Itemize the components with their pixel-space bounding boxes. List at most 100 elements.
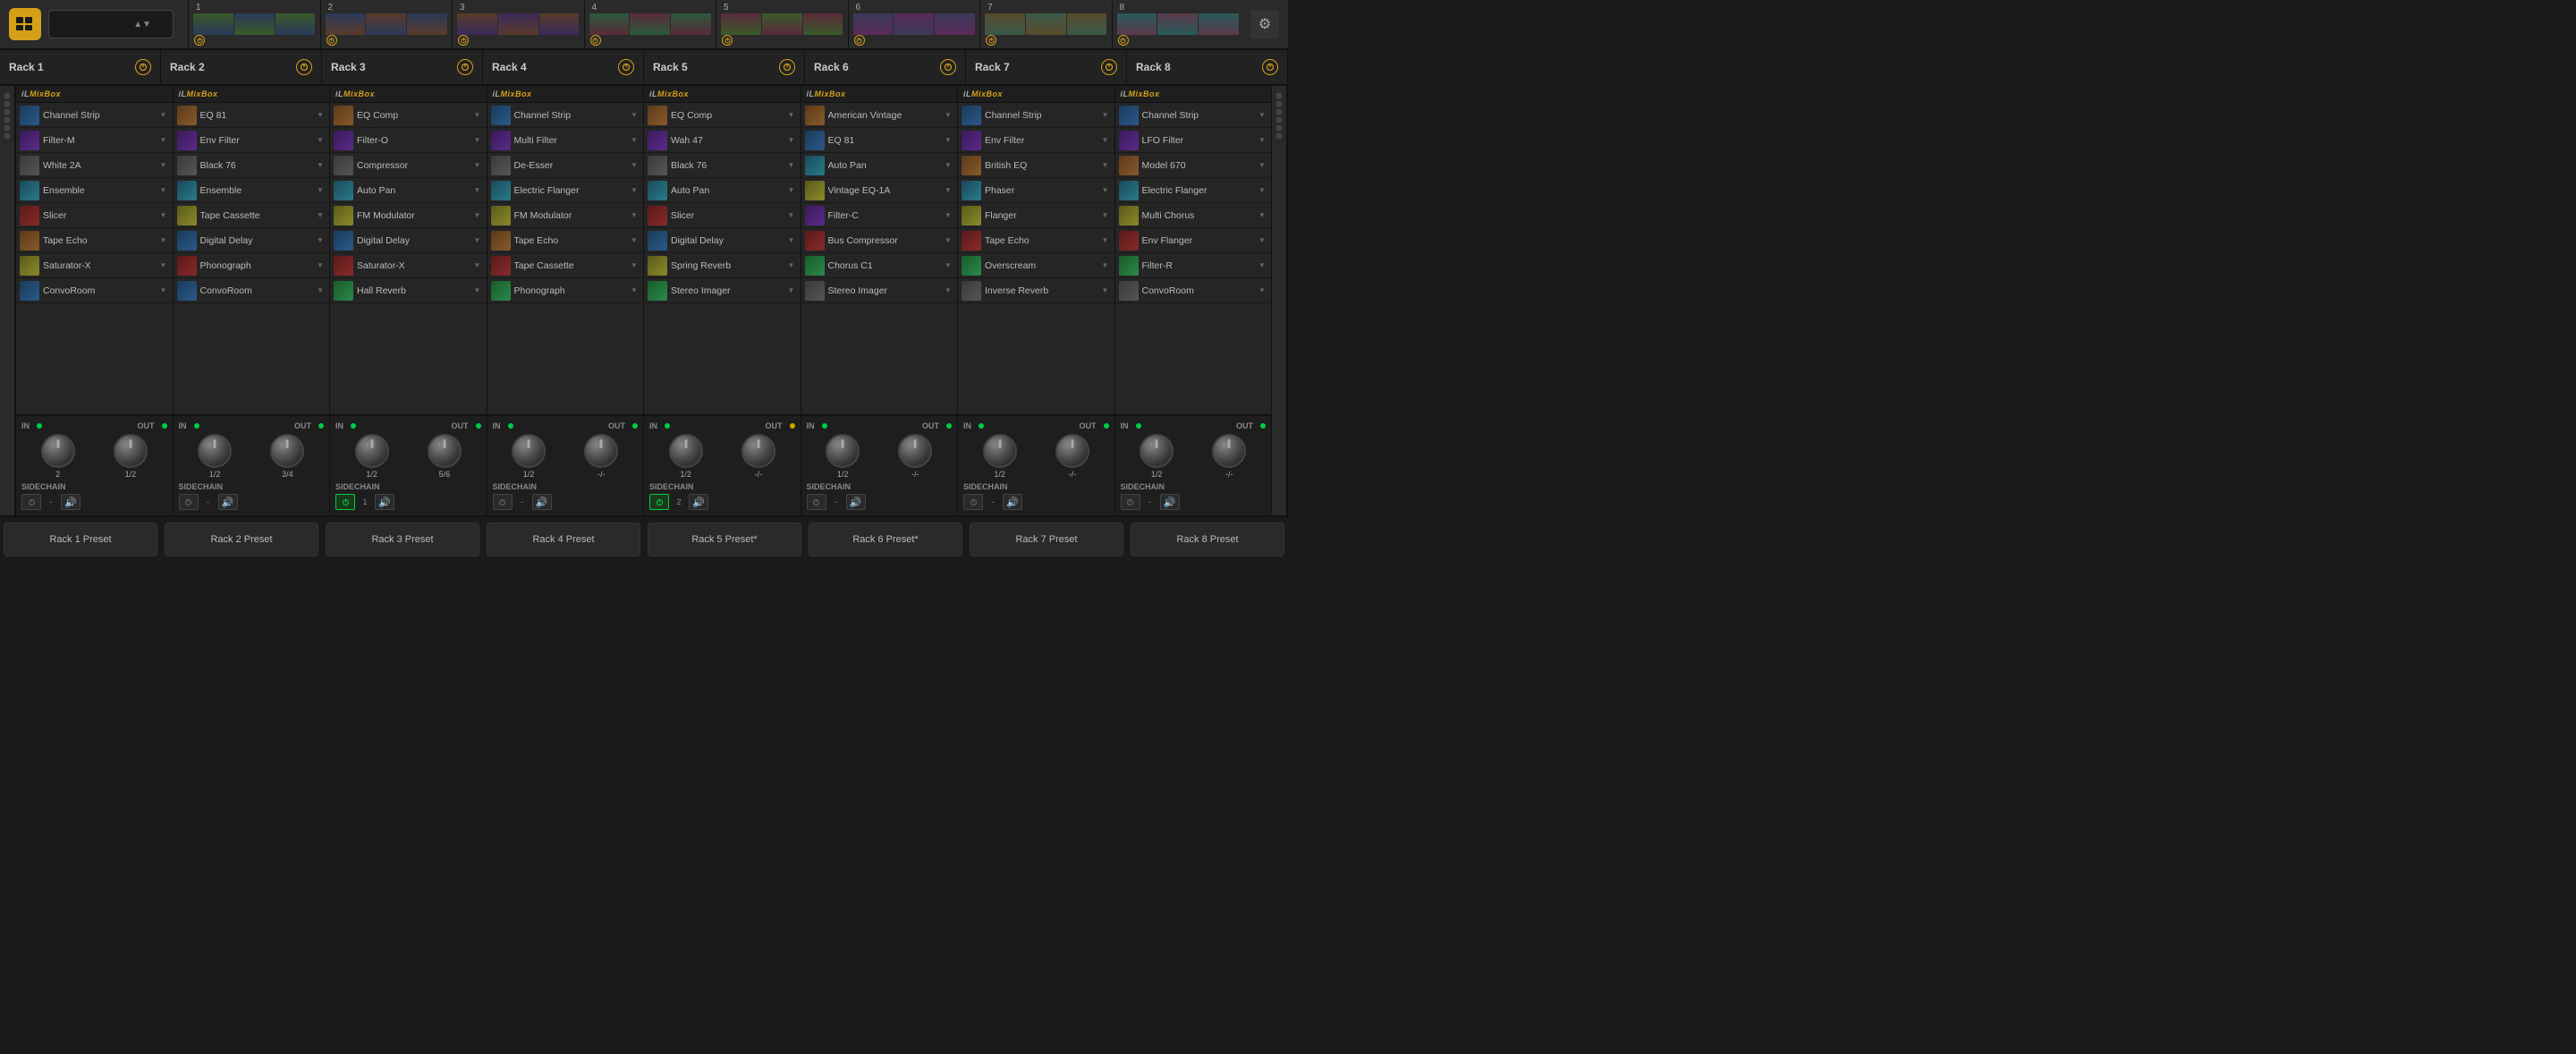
plugin-row[interactable]: British EQ ▼ xyxy=(958,153,1114,178)
preset-button-1[interactable]: Rack 1 Preset xyxy=(4,523,157,557)
rack-tab-power-4[interactable] xyxy=(590,35,601,46)
plugin-row[interactable]: Stereo Imager ▼ xyxy=(644,278,801,303)
plugin-dropdown-icon[interactable]: ▼ xyxy=(158,260,169,271)
out-knob[interactable] xyxy=(428,434,462,468)
plugin-row[interactable]: Filter-M ▼ xyxy=(16,128,173,153)
out-knob[interactable] xyxy=(1212,434,1246,468)
out-knob[interactable] xyxy=(741,434,775,468)
preset-button-5[interactable]: Rack 5 Preset* xyxy=(648,523,801,557)
plugin-dropdown-icon[interactable]: ▼ xyxy=(472,110,483,121)
plugin-row[interactable]: Ensemble ▼ xyxy=(174,178,330,203)
plugin-row[interactable]: ConvoRoom ▼ xyxy=(16,278,173,303)
plugin-dropdown-icon[interactable]: ▼ xyxy=(158,210,169,221)
plugin-dropdown-icon[interactable]: ▼ xyxy=(158,135,169,146)
plugin-dropdown-icon[interactable]: ▼ xyxy=(158,285,169,296)
rack-tab-5[interactable]: 5 xyxy=(716,0,848,49)
plugin-row[interactable]: Black 76 ▼ xyxy=(174,153,330,178)
out-knob[interactable] xyxy=(114,434,148,468)
plugin-row[interactable]: Tape Echo ▼ xyxy=(16,228,173,253)
sidechain-power-btn[interactable] xyxy=(807,494,826,510)
plugin-row[interactable]: Env Filter ▼ xyxy=(958,128,1114,153)
plugin-dropdown-icon[interactable]: ▼ xyxy=(1257,210,1267,221)
plugin-row[interactable]: Compressor ▼ xyxy=(330,153,487,178)
plugin-dropdown-icon[interactable]: ▼ xyxy=(315,110,326,121)
plugin-row[interactable]: Flanger ▼ xyxy=(958,203,1114,228)
plugin-row[interactable]: Phaser ▼ xyxy=(958,178,1114,203)
rack-tab-3[interactable]: 3 xyxy=(452,0,584,49)
plugin-dropdown-icon[interactable]: ▼ xyxy=(315,260,326,271)
sidechain-power-btn[interactable] xyxy=(179,494,199,510)
plugin-row[interactable]: Tape Cassette ▼ xyxy=(487,253,644,278)
plugin-row[interactable]: Chorus C1 ▼ xyxy=(801,253,958,278)
plugin-row[interactable]: Slicer ▼ xyxy=(644,203,801,228)
plugin-dropdown-icon[interactable]: ▼ xyxy=(786,135,797,146)
plugin-dropdown-icon[interactable]: ▼ xyxy=(786,260,797,271)
plugin-row[interactable]: Auto Pan ▼ xyxy=(644,178,801,203)
plugin-row[interactable]: FM Modulator ▼ xyxy=(487,203,644,228)
plugin-dropdown-icon[interactable]: ▼ xyxy=(1100,260,1111,271)
sidechain-speaker-btn[interactable]: 🔊 xyxy=(846,494,866,510)
plugin-dropdown-icon[interactable]: ▼ xyxy=(1257,260,1267,271)
plugin-row[interactable]: ConvoRoom ▼ xyxy=(1115,278,1272,303)
plugin-dropdown-icon[interactable]: ▼ xyxy=(629,285,640,296)
plugin-dropdown-icon[interactable]: ▼ xyxy=(315,185,326,196)
plugin-dropdown-icon[interactable]: ▼ xyxy=(629,210,640,221)
rack-power-btn-6[interactable] xyxy=(940,59,956,75)
plugin-row[interactable]: Auto Pan ▼ xyxy=(330,178,487,203)
plugin-dropdown-icon[interactable]: ▼ xyxy=(629,160,640,171)
rack-tab-7[interactable]: 7 xyxy=(979,0,1112,49)
plugin-row[interactable]: Spring Reverb ▼ xyxy=(644,253,801,278)
plugin-dropdown-icon[interactable]: ▼ xyxy=(943,160,953,171)
in-knob[interactable] xyxy=(669,434,703,468)
rack-tab-power-1[interactable] xyxy=(194,35,205,46)
in-knob[interactable] xyxy=(1140,434,1174,468)
preset-button-7[interactable]: Rack 7 Preset xyxy=(970,523,1123,557)
plugin-row[interactable]: EQ 81 ▼ xyxy=(174,103,330,128)
plugin-dropdown-icon[interactable]: ▼ xyxy=(472,235,483,246)
in-knob[interactable] xyxy=(826,434,860,468)
in-knob[interactable] xyxy=(198,434,232,468)
plugin-row[interactable]: Saturator-X ▼ xyxy=(16,253,173,278)
rack-tab-power-5[interactable] xyxy=(722,35,733,46)
rack-tab-4[interactable]: 4 xyxy=(584,0,716,49)
settings-button[interactable]: ⚙ xyxy=(1250,10,1279,38)
plugin-row[interactable]: Tape Cassette ▼ xyxy=(174,203,330,228)
rack-tab-power-6[interactable] xyxy=(854,35,865,46)
song-dropdown-icon[interactable]: ▲▼ xyxy=(133,20,151,30)
plugin-row[interactable]: Multi Chorus ▼ xyxy=(1115,203,1272,228)
plugin-row[interactable]: EQ 81 ▼ xyxy=(801,128,958,153)
plugin-row[interactable]: Channel Strip ▼ xyxy=(958,103,1114,128)
plugin-row[interactable]: Filter-C ▼ xyxy=(801,203,958,228)
rack-power-btn-1[interactable] xyxy=(135,59,151,75)
plugin-dropdown-icon[interactable]: ▼ xyxy=(943,210,953,221)
plugin-row[interactable]: Channel Strip ▼ xyxy=(487,103,644,128)
preset-button-8[interactable]: Rack 8 Preset xyxy=(1131,523,1284,557)
plugin-row[interactable]: EQ Comp ▼ xyxy=(644,103,801,128)
plugin-dropdown-icon[interactable]: ▼ xyxy=(943,135,953,146)
sidechain-speaker-btn[interactable]: 🔊 xyxy=(689,494,708,510)
plugin-row[interactable]: Ensemble ▼ xyxy=(16,178,173,203)
rack-power-btn-7[interactable] xyxy=(1101,59,1117,75)
sidechain-power-btn[interactable] xyxy=(21,494,41,510)
plugin-dropdown-icon[interactable]: ▼ xyxy=(158,235,169,246)
rack-power-btn-3[interactable] xyxy=(457,59,473,75)
plugin-row[interactable]: Model 670 ▼ xyxy=(1115,153,1272,178)
rack-tab-power-3[interactable] xyxy=(458,35,469,46)
plugin-dropdown-icon[interactable]: ▼ xyxy=(629,110,640,121)
plugin-row[interactable]: Saturator-X ▼ xyxy=(330,253,487,278)
plugin-dropdown-icon[interactable]: ▼ xyxy=(943,110,953,121)
plugin-dropdown-icon[interactable]: ▼ xyxy=(1257,185,1267,196)
plugin-row[interactable]: Multi Filter ▼ xyxy=(487,128,644,153)
plugin-row[interactable]: Bus Compressor ▼ xyxy=(801,228,958,253)
plugin-row[interactable]: Env Flanger ▼ xyxy=(1115,228,1272,253)
in-knob[interactable] xyxy=(355,434,389,468)
rack-tab-6[interactable]: 6 xyxy=(848,0,980,49)
plugin-dropdown-icon[interactable]: ▼ xyxy=(629,185,640,196)
plugin-row[interactable]: EQ Comp ▼ xyxy=(330,103,487,128)
rack-tab-2[interactable]: 2 xyxy=(320,0,453,49)
plugin-dropdown-icon[interactable]: ▼ xyxy=(1257,235,1267,246)
plugin-dropdown-icon[interactable]: ▼ xyxy=(472,285,483,296)
plugin-row[interactable]: Wah 47 ▼ xyxy=(644,128,801,153)
plugin-row[interactable]: Vintage EQ-1A ▼ xyxy=(801,178,958,203)
plugin-row[interactable]: Black 76 ▼ xyxy=(644,153,801,178)
